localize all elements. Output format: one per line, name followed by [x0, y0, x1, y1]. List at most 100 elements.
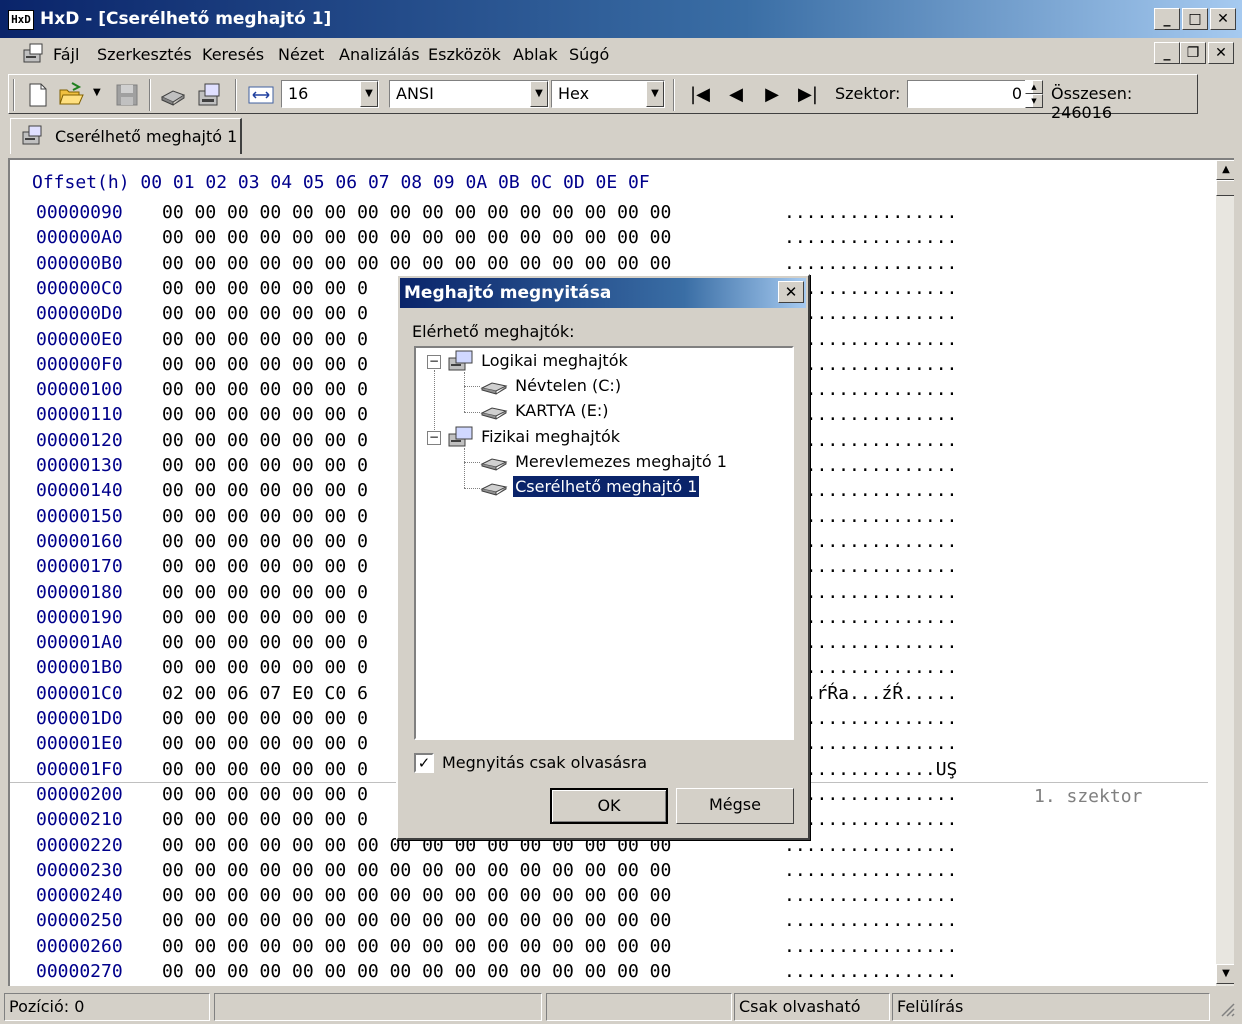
drive-tree[interactable]: − Logikai meghajtók Névtelen (C:) KARTYA… — [414, 346, 794, 740]
hex-row-ascii[interactable]: ................ — [784, 809, 957, 830]
hex-row-bytes[interactable]: 00 00 00 00 00 00 0 — [162, 556, 368, 577]
offset-base-select[interactable]: Hex ▼ — [551, 80, 665, 108]
hex-row-bytes[interactable]: 00 00 00 00 00 00 0 — [162, 404, 368, 425]
hex-row-ascii[interactable]: ................ — [784, 379, 957, 400]
tree-node-logical-drives[interactable]: Logikai meghajtók — [448, 350, 630, 372]
hex-row-ascii[interactable]: ................ — [784, 455, 957, 476]
mdi-minimize-button[interactable]: _ — [1154, 42, 1180, 64]
hex-row-ascii[interactable]: ................ — [784, 556, 957, 577]
tab-removable-drive[interactable]: Cserélhető meghajtó 1 — [10, 118, 242, 154]
ok-button[interactable]: OK — [550, 788, 668, 824]
hex-row-ascii[interactable]: ................ — [784, 632, 957, 653]
hex-row-bytes[interactable]: 00 00 00 00 00 00 0 — [162, 632, 368, 653]
tree-node-drive-c[interactable]: Névtelen (C:) — [480, 376, 623, 396]
hex-row-ascii[interactable]: ................ — [784, 733, 957, 754]
open-ram-icon[interactable] — [195, 81, 223, 109]
vertical-scrollbar[interactable]: ▲ ▼ — [1216, 160, 1234, 986]
last-sector-icon[interactable]: ▶| — [795, 83, 821, 109]
hex-row-ascii[interactable]: ................ — [784, 607, 957, 628]
hex-row-ascii[interactable]: ................ — [784, 835, 957, 856]
hex-row-bytes[interactable]: 00 00 00 00 00 00 0 — [162, 354, 368, 375]
minimize-button[interactable]: _ — [1154, 8, 1180, 30]
bytes-per-row-select[interactable]: 16 ▼ — [281, 80, 379, 108]
hex-row-bytes[interactable]: 00 00 00 00 00 00 0 — [162, 809, 368, 830]
maximize-button[interactable]: □ — [1182, 8, 1208, 30]
chevron-down-icon[interactable]: ▼ — [360, 81, 378, 107]
hex-row-bytes[interactable]: 00 00 00 00 00 00 0 — [162, 708, 368, 729]
menu-view[interactable]: Nézet — [278, 45, 324, 64]
disk-document-icon[interactable] — [22, 42, 46, 66]
hex-row-bytes[interactable]: 00 00 00 00 00 00 0 — [162, 506, 368, 527]
hex-row-bytes[interactable]: 00 00 00 00 00 00 0 — [162, 480, 368, 501]
collapse-logical-icon[interactable]: − — [427, 355, 441, 369]
hex-row-ascii[interactable]: ................ — [784, 708, 957, 729]
hex-row-bytes[interactable]: 00 00 00 00 00 00 00 00 00 00 00 00 00 0… — [162, 227, 671, 248]
hex-row-ascii[interactable]: ................ — [784, 303, 957, 324]
readonly-checkbox[interactable]: ✓ — [414, 753, 434, 773]
hex-row-ascii[interactable]: ................ — [784, 936, 957, 957]
hex-row-ascii[interactable]: ..............UŞ — [784, 759, 957, 780]
spin-up-icon[interactable]: ▲ — [1025, 80, 1043, 94]
chevron-down-icon[interactable]: ▼ — [530, 81, 548, 107]
hex-row-bytes[interactable]: 00 00 00 00 00 00 0 — [162, 784, 368, 805]
hex-row-bytes[interactable]: 00 00 00 00 00 00 0 — [162, 733, 368, 754]
hex-row-ascii[interactable]: ................ — [784, 657, 957, 678]
menu-edit[interactable]: Szerkesztés — [97, 45, 192, 64]
hex-row-ascii[interactable]: ................ — [784, 961, 957, 982]
menu-window[interactable]: Ablak — [513, 45, 558, 64]
open-disk-icon[interactable] — [159, 81, 187, 109]
hex-row-bytes[interactable]: 00 00 00 00 00 00 0 — [162, 759, 368, 780]
menu-file[interactable]: Fájl — [53, 45, 79, 64]
menu-help[interactable]: Súgó — [569, 45, 609, 64]
hex-row-ascii[interactable]: ................ — [784, 531, 957, 552]
hex-row-bytes[interactable]: 00 00 00 00 00 00 0 — [162, 430, 368, 451]
hex-row-bytes[interactable]: 00 00 00 00 00 00 00 00 00 00 00 00 00 0… — [162, 860, 671, 881]
hex-row-ascii[interactable]: ................ — [784, 354, 957, 375]
menu-search[interactable]: Keresés — [202, 45, 264, 64]
scroll-thumb[interactable] — [1216, 180, 1234, 196]
hex-row-bytes[interactable]: 00 00 00 00 00 00 00 00 00 00 00 00 00 0… — [162, 961, 671, 982]
hex-row-bytes[interactable]: 00 00 00 00 00 00 00 00 00 00 00 00 00 0… — [162, 936, 671, 957]
next-sector-icon[interactable]: ▶ — [759, 83, 785, 109]
tree-node-drive-e[interactable]: KARTYA (E:) — [480, 401, 611, 421]
mdi-restore-button[interactable]: ❐ — [1180, 42, 1206, 64]
cancel-button[interactable]: Mégse — [676, 788, 794, 824]
hex-row-ascii[interactable]: ................ — [784, 885, 957, 906]
mdi-close-button[interactable]: ✕ — [1208, 42, 1234, 64]
hex-row-ascii[interactable]: ................ — [784, 329, 957, 350]
hex-row-ascii[interactable]: ................ — [784, 278, 957, 299]
hex-row-ascii[interactable]: ................ — [784, 202, 957, 223]
hex-row-bytes[interactable]: 00 00 00 00 00 00 00 00 00 00 00 00 00 0… — [162, 253, 671, 274]
hex-row-bytes[interactable]: 00 00 00 00 00 00 0 — [162, 379, 368, 400]
collapse-physical-icon[interactable]: − — [427, 431, 441, 445]
sector-spinner[interactable]: ▲ ▼ — [1025, 80, 1043, 108]
close-button[interactable]: ✕ — [1210, 8, 1236, 30]
hex-row-ascii[interactable]: ................ — [784, 404, 957, 425]
hex-row-ascii[interactable]: ................ — [784, 253, 957, 274]
scroll-down-icon[interactable]: ▼ — [1216, 964, 1234, 984]
dialog-close-button[interactable]: ✕ — [778, 281, 804, 303]
tree-node-removable-drive-1[interactable]: Cserélhető meghajtó 1 — [480, 476, 700, 497]
hex-row-ascii[interactable]: ................ — [784, 227, 957, 248]
menu-analysis[interactable]: Analizálás — [339, 45, 420, 64]
new-file-icon[interactable] — [23, 81, 51, 109]
sector-input[interactable]: 0 — [907, 80, 1033, 108]
resize-grip-icon[interactable] — [1216, 998, 1236, 1018]
scroll-up-icon[interactable]: ▲ — [1216, 160, 1234, 180]
menu-tools[interactable]: Eszközök — [428, 45, 501, 64]
hex-row-bytes[interactable]: 00 00 00 00 00 00 0 — [162, 531, 368, 552]
previous-sector-icon[interactable]: ◀ — [723, 83, 749, 109]
hex-row-ascii[interactable]: ................ — [784, 480, 957, 501]
open-folder-icon[interactable] — [57, 81, 85, 109]
spin-down-icon[interactable]: ▼ — [1025, 94, 1043, 108]
hex-row-bytes[interactable]: 00 00 00 00 00 00 0 — [162, 607, 368, 628]
open-dropdown-arrow-icon[interactable]: ▼ — [93, 87, 101, 98]
hex-row-ascii[interactable]: ................ — [784, 910, 957, 931]
charset-select[interactable]: ANSI ▼ — [389, 80, 549, 108]
hex-row-ascii[interactable]: ................ — [784, 506, 957, 527]
hex-row-bytes[interactable]: 00 00 00 00 00 00 0 — [162, 657, 368, 678]
hex-row-ascii[interactable]: ................ — [784, 784, 957, 805]
first-sector-icon[interactable]: |◀ — [687, 83, 713, 109]
hex-row-ascii[interactable]: ................ — [784, 582, 957, 603]
hex-row-bytes[interactable]: 00 00 00 00 00 00 00 00 00 00 00 00 00 0… — [162, 910, 671, 931]
